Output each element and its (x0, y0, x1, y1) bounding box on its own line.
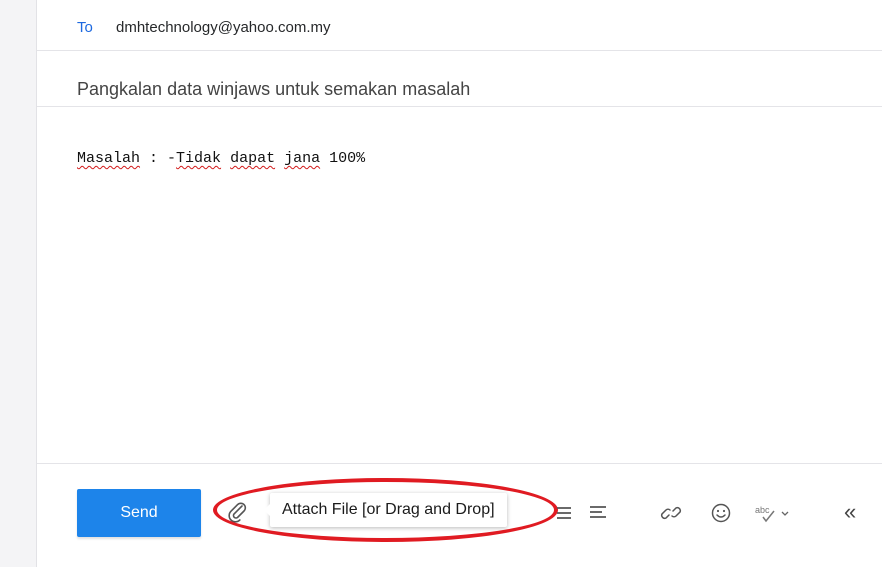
misspelled-word: Tidak (176, 150, 222, 167)
left-sidebar-edge (0, 0, 37, 567)
paperclip-icon[interactable] (227, 501, 249, 523)
collapse-icon[interactable]: « (844, 499, 856, 525)
link-icon[interactable] (660, 502, 682, 524)
attach-file-tooltip: Attach File [or Drag and Drop] (264, 493, 507, 527)
to-label: To (77, 19, 93, 36)
body-text: Masalah : -Tidak dapat jana 100% (77, 150, 365, 167)
align-icon[interactable] (553, 502, 575, 524)
to-row[interactable]: To dmhtechnology@yahoo.com.my (37, 0, 882, 51)
misspelled-word: dapat (230, 150, 276, 167)
body-separator: : - (140, 150, 177, 167)
svg-text:abc: abc (755, 505, 770, 515)
misspelled-word: jana (284, 150, 321, 167)
align-left-icon[interactable] (587, 502, 609, 524)
misspelled-word: Masalah (77, 150, 141, 167)
emoji-icon[interactable] (710, 502, 732, 524)
recipient-chip[interactable]: dmhtechnology@yahoo.com.my (116, 19, 331, 36)
body-tail: 100% (320, 150, 366, 167)
subject-field[interactable]: Pangkalan data winjaws untuk semakan mas… (37, 51, 882, 107)
spellcheck-icon[interactable]: abc (754, 502, 794, 524)
send-button[interactable]: Send (77, 489, 201, 537)
compose-toolbar: Send Attach File [or Drag and Drop] abc … (37, 463, 882, 568)
compose-panel: To dmhtechnology@yahoo.com.my Pangkalan … (37, 0, 882, 567)
subject-text: Pangkalan data winjaws untuk semakan mas… (77, 79, 471, 99)
message-body[interactable]: Masalah : -Tidak dapat jana 100% (37, 107, 882, 462)
